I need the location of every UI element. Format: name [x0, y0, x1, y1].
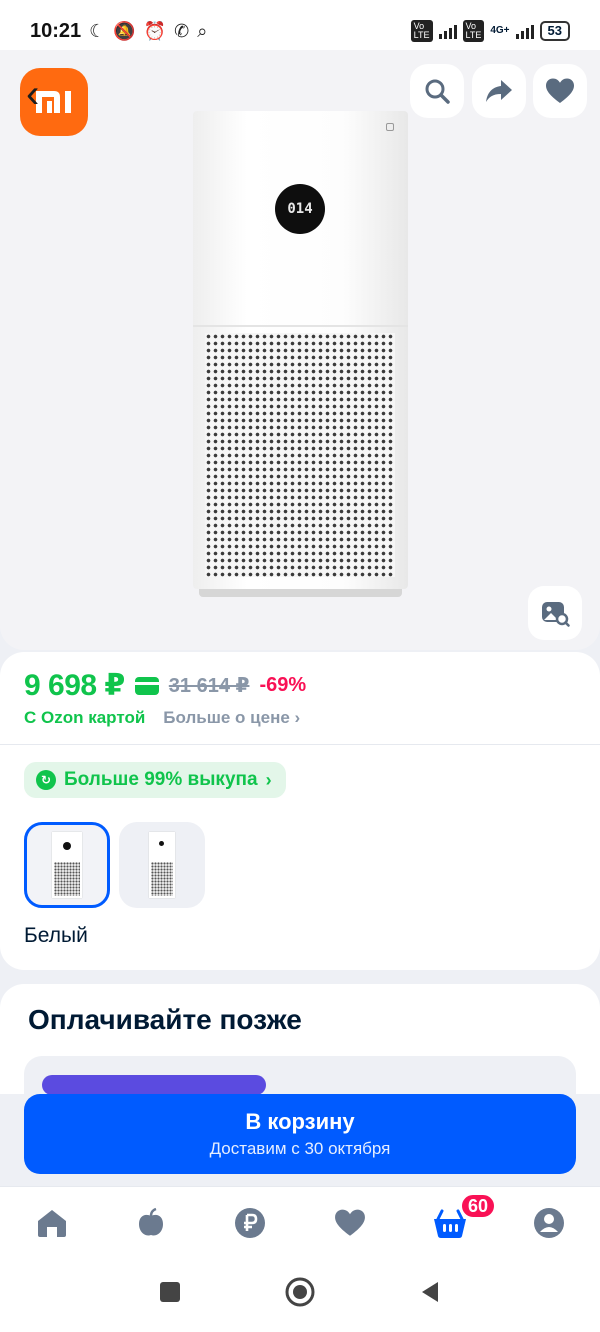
share-button[interactable] — [472, 64, 526, 118]
price-discount: -69% — [259, 674, 307, 696]
photo-search-icon — [542, 602, 570, 627]
recents-button[interactable] — [158, 1280, 182, 1309]
buyout-icon: ↻ — [36, 770, 56, 790]
cart-badge: 60 — [460, 1193, 497, 1219]
nav-home[interactable] — [34, 1205, 70, 1241]
home-system-button[interactable] — [284, 1276, 316, 1313]
variant-thumbnail — [52, 832, 82, 898]
favorite-button[interactable] — [533, 64, 587, 118]
home-icon — [38, 1210, 66, 1237]
volte-icon-2: Vo LTE — [462, 20, 485, 42]
more-price-link[interactable]: Больше о цене › — [163, 708, 300, 728]
pay-later-banner[interactable] — [42, 1075, 266, 1094]
nav-fresh[interactable] — [133, 1205, 169, 1241]
nav-finance[interactable] — [232, 1205, 268, 1241]
signal-icon-2 — [515, 23, 534, 39]
whatsapp-icon: ✆ — [174, 20, 190, 41]
mi-mark-icon — [386, 123, 394, 131]
purifier-display: 014 — [275, 184, 325, 234]
status-time: 10:21 — [30, 19, 82, 42]
price-card: 9 698 ₽ 31 614 ₽ -69% С Ozon картой Боль… — [0, 652, 600, 970]
fresh-icon — [139, 1207, 163, 1236]
nav-favorites[interactable] — [332, 1205, 368, 1241]
price-row: 9 698 ₽ 31 614 ₽ -69% — [24, 668, 306, 703]
status-right: Vo LTE Vo LTE 4G+ 53 — [410, 20, 570, 42]
share-icon — [486, 80, 512, 102]
add-to-cart-label: В корзину — [245, 1109, 355, 1134]
network-type: 4G+ — [490, 25, 510, 36]
color-label: Белый — [24, 924, 88, 947]
back-icon[interactable]: ‹ — [26, 72, 39, 117]
variant-thumbnail — [149, 832, 175, 898]
battery-icon: 53 — [539, 21, 570, 41]
volte-icon: Vo LTE — [410, 20, 433, 42]
ozon-card-label: С Ozon картой — [24, 708, 146, 727]
delivery-date: Доставим с 30 октября — [209, 1139, 391, 1158]
price-old: 31 614 ₽ — [168, 675, 250, 697]
product-gallery[interactable]: ‹ 014 — [0, 50, 600, 650]
system-nav-bar — [0, 1260, 600, 1332]
variant-white-selected[interactable] — [24, 822, 110, 908]
alarm-icon: ⏰ — [143, 20, 167, 41]
favorites-icon — [335, 1209, 365, 1236]
variant-alt[interactable] — [119, 822, 205, 908]
search-status-icon: ⌕ — [197, 20, 208, 41]
status-icons: ☾ 🔕 ⏰ ✆ ⌕ — [89, 21, 207, 42]
profile-icon — [534, 1208, 564, 1238]
circle-icon — [285, 1277, 315, 1307]
purifier-grille — [205, 333, 395, 577]
search-icon — [425, 79, 450, 104]
buyout-badge[interactable]: ↻ Больше 99% выкупа › — [24, 762, 286, 798]
square-icon — [160, 1282, 180, 1302]
buyout-text: Больше 99% выкупа — [64, 769, 258, 790]
divider — [0, 744, 600, 745]
bottom-nav: 60 — [0, 1186, 600, 1260]
moon-icon: ☾ — [89, 20, 106, 41]
ozon-card-row: С Ozon картой Больше о цене › — [24, 708, 300, 728]
triangle-back-icon — [422, 1282, 438, 1302]
chevron-right-icon: › — [294, 708, 301, 727]
finance-icon — [235, 1208, 265, 1238]
muted-bell-icon: 🔕 — [113, 20, 136, 41]
photo-search-button[interactable] — [528, 586, 582, 640]
heart-icon — [546, 78, 574, 103]
back-system-button[interactable] — [418, 1280, 442, 1309]
signal-icon — [438, 23, 457, 39]
price-current: 9 698 ₽ — [24, 669, 125, 702]
search-button[interactable] — [410, 64, 464, 118]
ozon-card-icon — [134, 676, 159, 695]
add-to-cart-button[interactable]: В корзину Доставим с 30 октября — [24, 1094, 576, 1174]
pay-later-title: Оплачивайте позже — [28, 1004, 302, 1035]
chevron-right-icon: › — [265, 769, 272, 790]
nav-profile[interactable] — [531, 1205, 567, 1241]
product-image: 014 — [193, 111, 408, 597]
pay-later-card: Оплачивайте позже — [0, 984, 600, 1094]
